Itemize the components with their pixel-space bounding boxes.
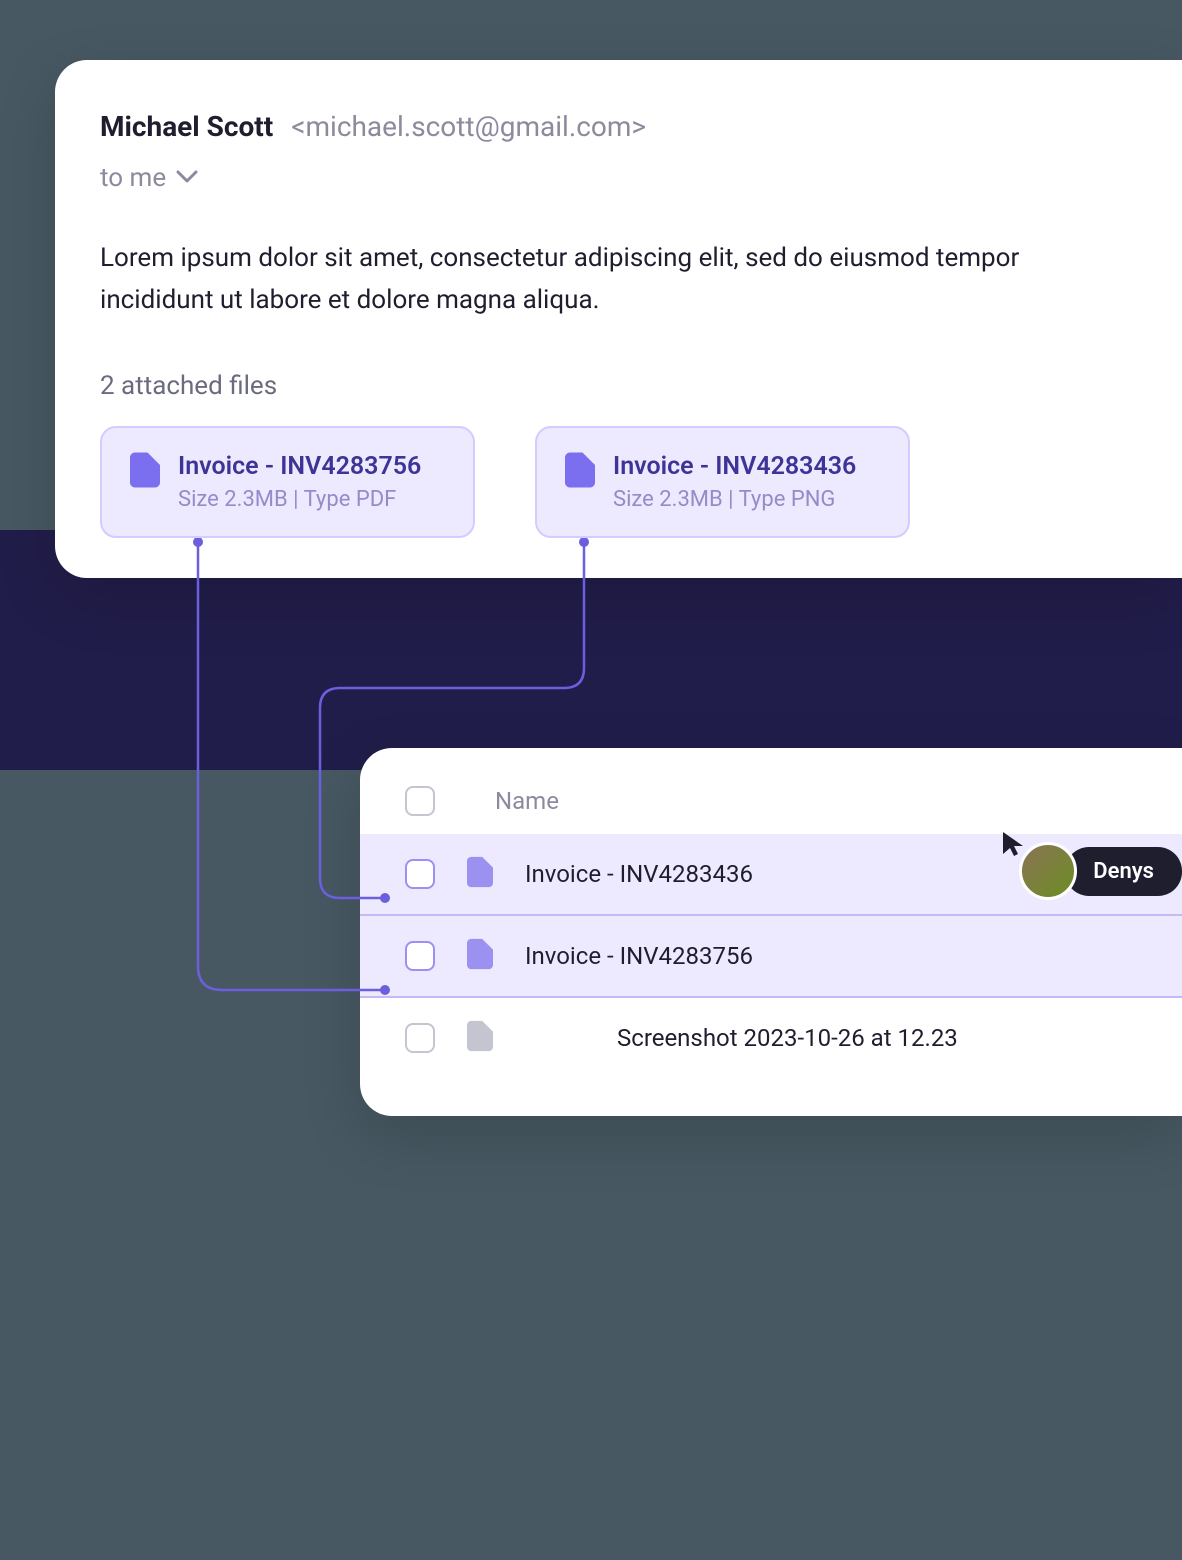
row-checkbox[interactable] (405, 859, 435, 889)
collaborator-cursor: Denys (1019, 842, 1182, 900)
sender-email: <michael.scott@gmail.com> (291, 110, 646, 143)
attachment-card[interactable]: Invoice - INV4283436 Size 2.3MB | Type P… (535, 426, 910, 538)
file-icon (467, 856, 493, 892)
select-all-checkbox[interactable] (405, 786, 435, 816)
sender-row: Michael Scott <michael.scott@gmail.com> (100, 110, 1137, 143)
collaborator-name: Denys (1065, 847, 1182, 896)
column-header-name: Name (495, 787, 559, 815)
attachments-count: 2 attached files (100, 371, 1137, 401)
file-list-card: Name Invoice - INV4283436 Denys (360, 748, 1182, 1116)
file-icon (130, 452, 160, 492)
chevron-down-icon (176, 169, 198, 188)
file-row[interactable]: Invoice - INV4283436 Denys (360, 834, 1182, 916)
email-card: Michael Scott <michael.scott@gmail.com> … (55, 60, 1182, 578)
recipient-dropdown[interactable]: to me (100, 163, 1137, 193)
cursor-icon (1001, 830, 1025, 862)
recipient-label: to me (100, 163, 166, 193)
attachment-title: Invoice - INV4283436 (613, 452, 856, 481)
email-body: Lorem ipsum dolor sit amet, consectetur … (100, 238, 1137, 321)
file-row[interactable]: Invoice - INV4283756 (360, 916, 1182, 998)
file-row[interactable]: Screenshot 2023-10-26 at 12.23 (405, 998, 1182, 1078)
row-checkbox[interactable] (405, 1023, 435, 1053)
attachments-row: Invoice - INV4283756 Size 2.3MB | Type P… (100, 426, 1137, 538)
file-list-header: Name (405, 786, 1182, 834)
file-icon (467, 1020, 493, 1056)
file-name: Invoice - INV4283436 (525, 860, 753, 888)
file-icon (565, 452, 595, 492)
file-name: Invoice - INV4283756 (525, 942, 753, 970)
file-name: Screenshot 2023-10-26 at 12.23 (617, 1024, 958, 1052)
sender-name: Michael Scott (100, 110, 273, 143)
attachment-meta: Size 2.3MB | Type PNG (613, 487, 856, 512)
attachment-title: Invoice - INV4283756 (178, 452, 421, 481)
attachment-meta: Size 2.3MB | Type PDF (178, 487, 421, 512)
row-checkbox[interactable] (405, 941, 435, 971)
attachment-card[interactable]: Invoice - INV4283756 Size 2.3MB | Type P… (100, 426, 475, 538)
file-icon (467, 938, 493, 974)
avatar (1019, 842, 1077, 900)
